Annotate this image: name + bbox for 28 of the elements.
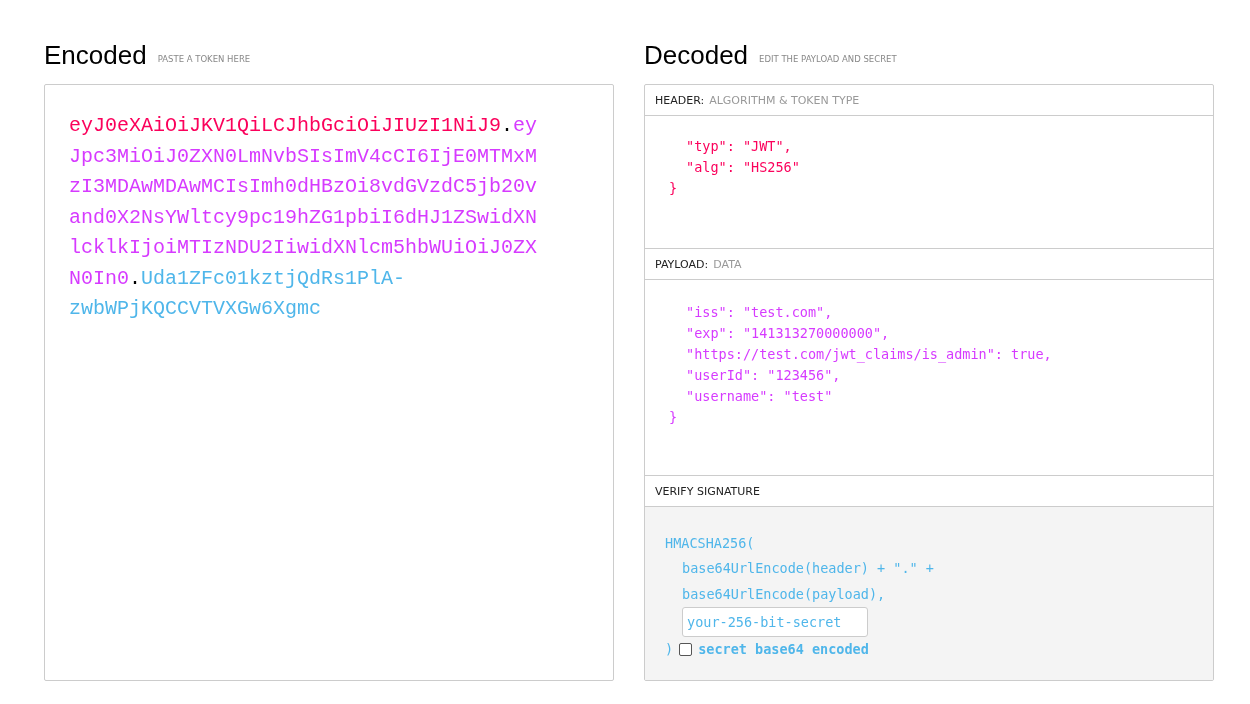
code-line: HMACSHA256( xyxy=(665,533,756,553)
checkbox-label[interactable]: secret base64 encoded xyxy=(698,641,869,658)
code-line: } xyxy=(669,179,679,198)
code-line: "https://test.com/jwt_claims/is_admin": true, xyxy=(685,345,1053,365)
panel-title: Encoded xyxy=(44,39,147,71)
code-line: base64UrlEncode(payload), xyxy=(681,584,887,604)
code-line: "typ": "JWT", xyxy=(685,137,793,156)
secret-input-field[interactable]: your-256-bit-secret xyxy=(682,606,868,637)
checkbox[interactable] xyxy=(679,642,693,656)
section-label: HEADER: xyxy=(655,93,705,107)
code-line: ) xyxy=(665,641,674,658)
panel-title: Decoded xyxy=(644,39,749,71)
json-editor[interactable]: "typ": "JWT", "alg": "HS256" } xyxy=(645,116,1213,249)
code-line: "exp": "141313270000000", xyxy=(685,324,891,343)
section-sublabel: ALGORITHM & TOKEN TYPE xyxy=(709,93,860,107)
section-label: VERIFY SIGNATURE xyxy=(655,484,760,498)
code-line: } xyxy=(669,408,679,427)
section-sublabel: DATA xyxy=(713,257,742,271)
json-editor[interactable]: "iss": "test.com", "exp": "141313270000000", "https://test.com/jwt_claims/is_admin": true, "userId": "123456", "username": "test" } xyxy=(645,280,1213,476)
code-line: base64UrlEncode(header) + "." + xyxy=(681,559,935,579)
code-line: "userId": "123456", xyxy=(685,366,842,385)
panel-subtitle: EDIT THE PAYLOAD AND SECRET xyxy=(759,54,897,64)
code-line: "iss": "test.com", xyxy=(685,303,834,322)
panel-subtitle: PASTE A TOKEN HERE xyxy=(157,54,251,64)
section-label: PAYLOAD: xyxy=(655,257,709,271)
code-line: "username": "test" xyxy=(685,387,834,406)
token-input[interactable]: eyJ0eXAiOiJKV1QiLCJhbGciOiJIUzI1NiJ9.eyJpc3MiOiJ0ZXN0LmNvbSIsImV4cCI6IjE0MTMxMzI3MDAwMDAwMCIsImh0dHBzOi8vdGVzdC5jb20vand0X2NsYWltcy9pc19hZG1pbiI6dHJ1ZSwidXNlcklkIjoiMTIzNDU2IiwidXNlcm5hbWUiOiJ0ZXN0In0.Uda1ZFc01kztjQdRs1PlA-zwbWPjKQCCVTVXGw6Xgmc xyxy=(44,84,614,681)
code-line: "alg": "HS256" xyxy=(685,158,801,177)
